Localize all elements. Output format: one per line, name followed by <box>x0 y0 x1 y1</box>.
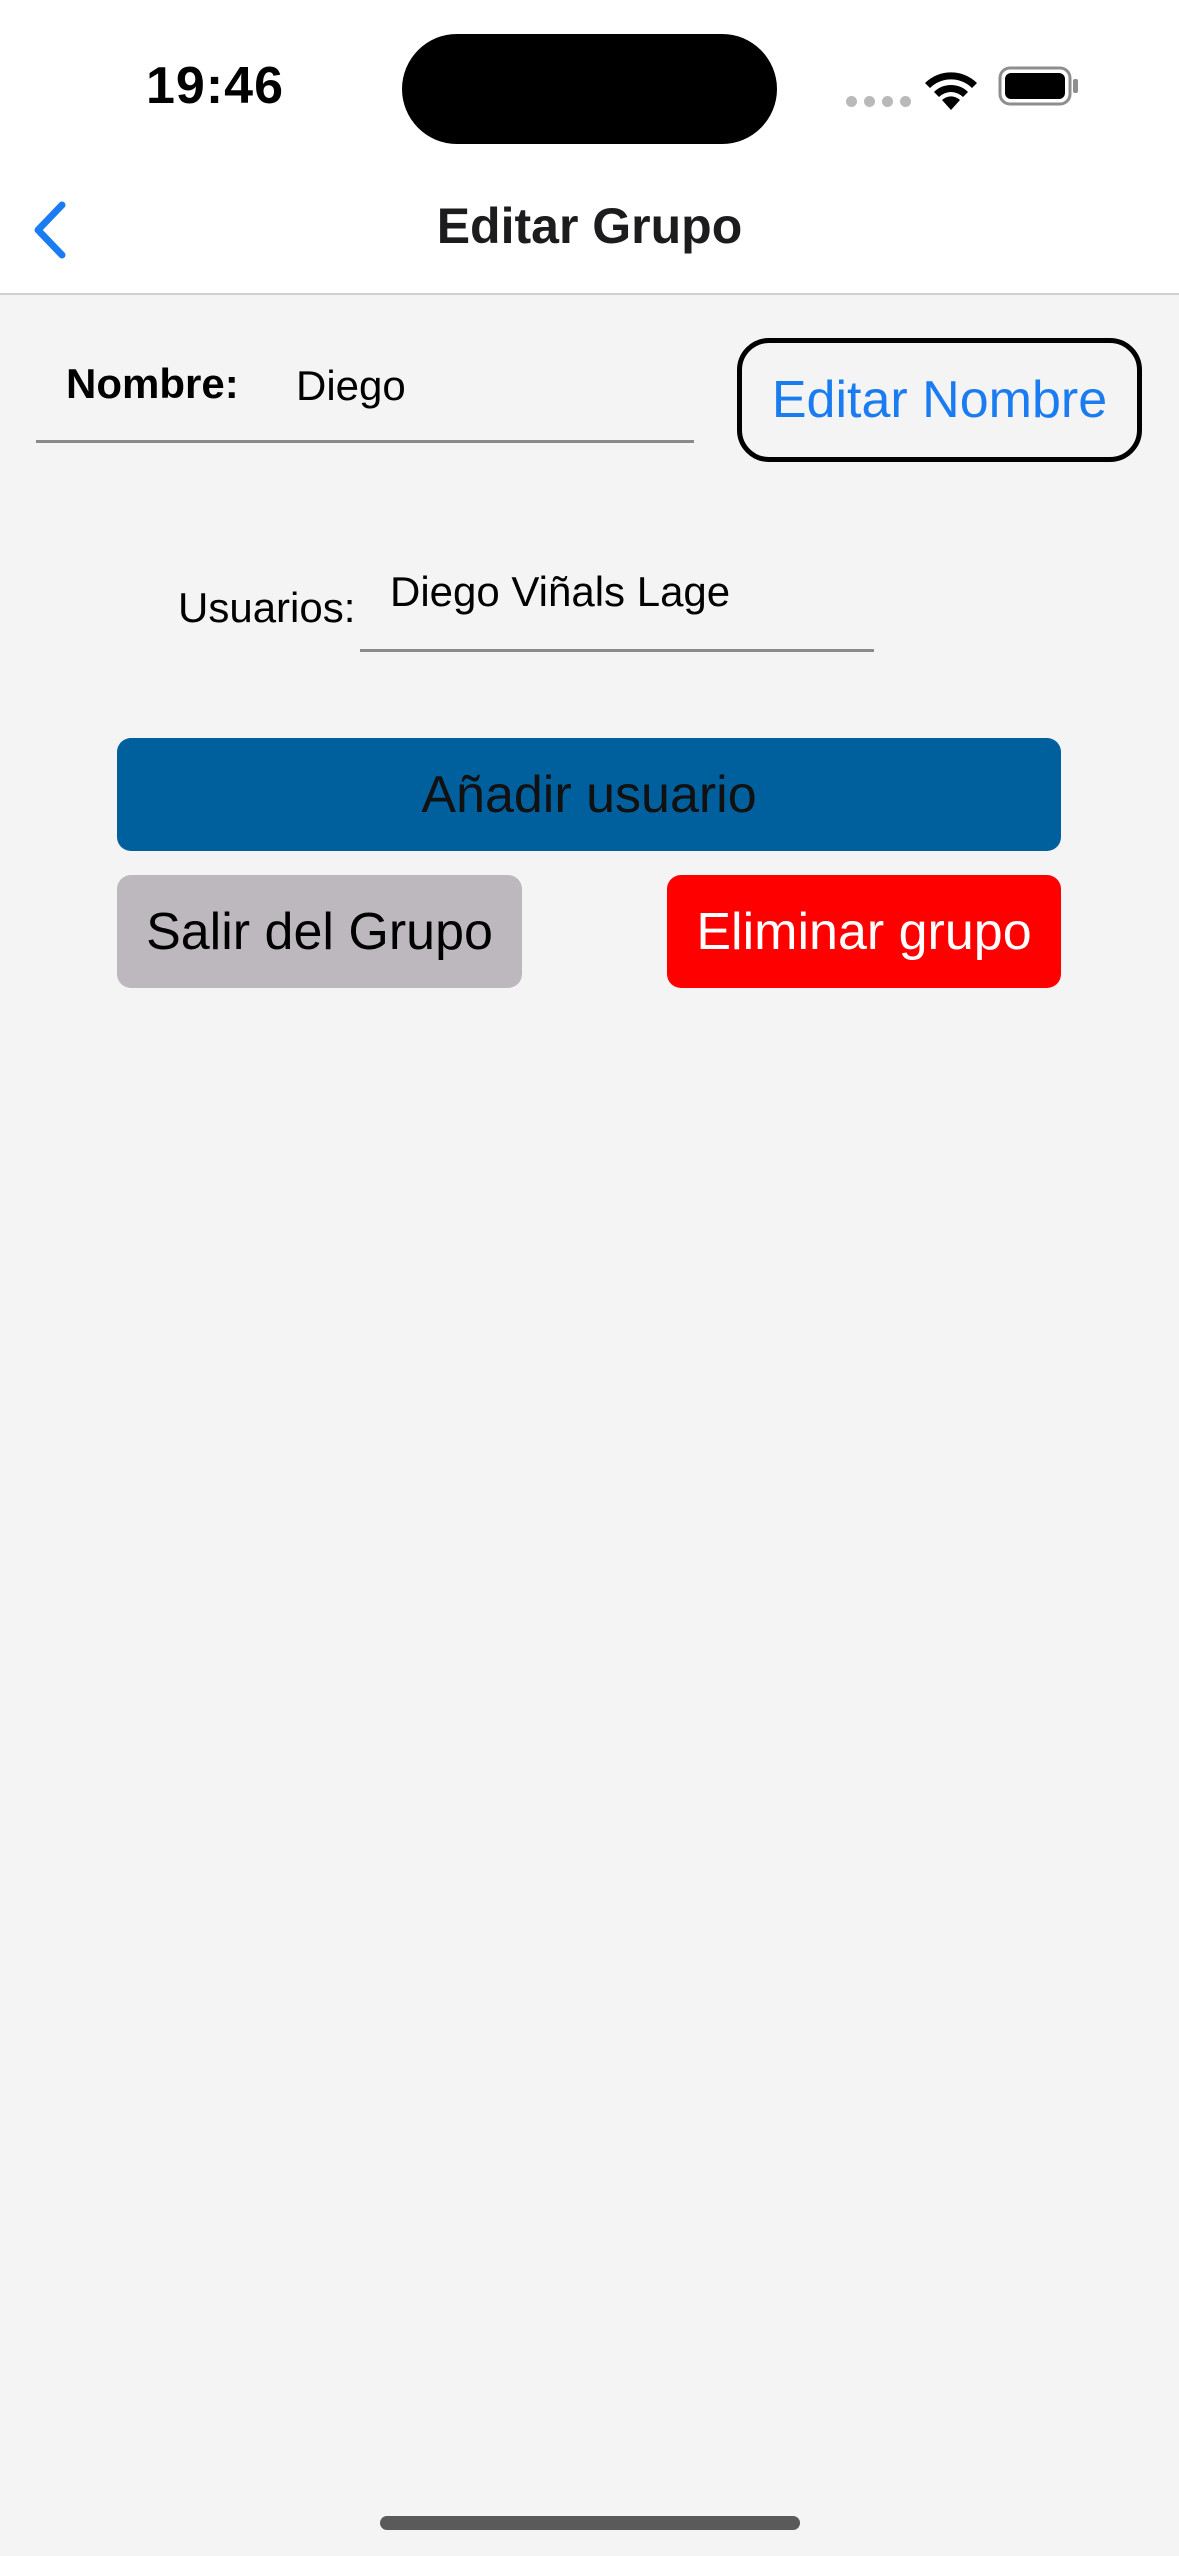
signal-dots-icon <box>846 96 911 107</box>
navigation-bar: Editar Grupo <box>0 175 1179 295</box>
delete-group-button[interactable]: Eliminar grupo <box>667 875 1061 988</box>
wifi-icon <box>925 72 977 110</box>
users-label: Usuarios: <box>178 584 356 631</box>
status-bar: 19:46 <box>0 0 1179 175</box>
status-time: 19:46 <box>146 57 284 115</box>
home-indicator[interactable] <box>380 2516 800 2530</box>
name-label: Nombre: <box>66 360 239 407</box>
users-value: Diego Viñals Lage <box>390 568 731 615</box>
name-value[interactable]: Diego <box>296 362 406 410</box>
battery-icon <box>998 66 1078 106</box>
edit-name-button[interactable]: Editar Nombre <box>737 338 1142 462</box>
dynamic-island <box>402 34 777 144</box>
page-title: Editar Grupo <box>436 198 743 254</box>
add-user-button[interactable]: Añadir usuario <box>117 738 1061 851</box>
leave-group-button[interactable]: Salir del Grupo <box>117 875 522 988</box>
